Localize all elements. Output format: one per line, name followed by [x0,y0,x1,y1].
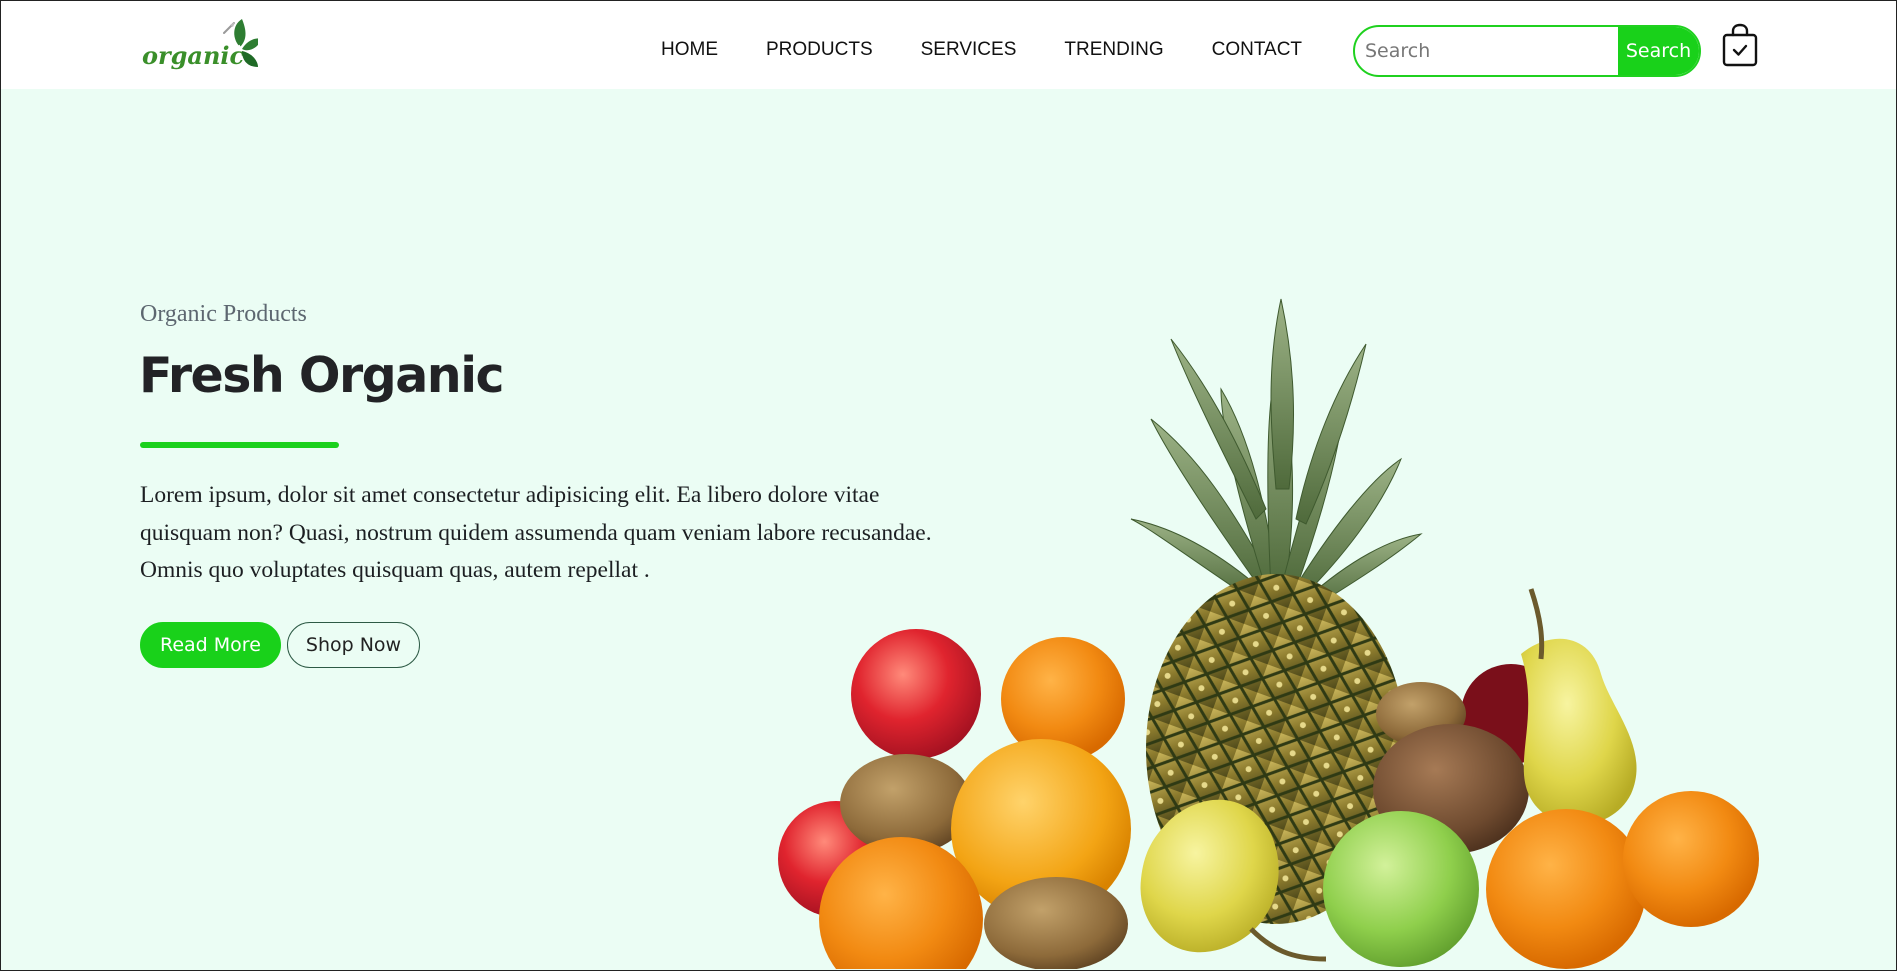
hero-section: Organic Products Fresh Organic Lorem ips… [1,89,1896,970]
title-underline [140,442,339,448]
navbar: organic HOME PRODUCTS SERVICES TRENDING … [1,1,1896,89]
pear-right [1521,638,1637,825]
kiwi-front [984,877,1128,969]
nav-home[interactable]: HOME [661,39,718,61]
nav-services[interactable]: SERVICES [921,39,1017,61]
orange-far-right [1623,791,1759,927]
brand-logo[interactable]: organic [140,17,260,73]
apple-green [1323,811,1479,967]
nav-products[interactable]: PRODUCTS [766,39,873,61]
pineapple-crown [1130,298,1423,610]
shopping-bag-check-icon[interactable] [1721,23,1759,67]
search-input[interactable] [1355,27,1618,75]
main-nav: HOME PRODUCTS SERVICES TRENDING CONTACT [661,39,1302,61]
hero-eyebrow: Organic Products [140,301,307,327]
nav-trending[interactable]: TRENDING [1064,39,1163,61]
shop-now-button[interactable]: Shop Now [286,622,421,668]
orange-front-right [1486,809,1646,969]
apple-red-back [851,629,981,759]
hero-title: Fresh Organic [139,347,505,404]
read-more-button[interactable]: Read More [140,622,281,668]
fruit-assortment-image [778,298,1759,969]
nav-contact[interactable]: CONTACT [1212,39,1302,61]
search-button[interactable]: Search [1618,27,1699,75]
leaf-icon [223,19,258,67]
search-form: Search [1353,25,1701,77]
hero-actions: Read More Shop Now [140,622,421,668]
